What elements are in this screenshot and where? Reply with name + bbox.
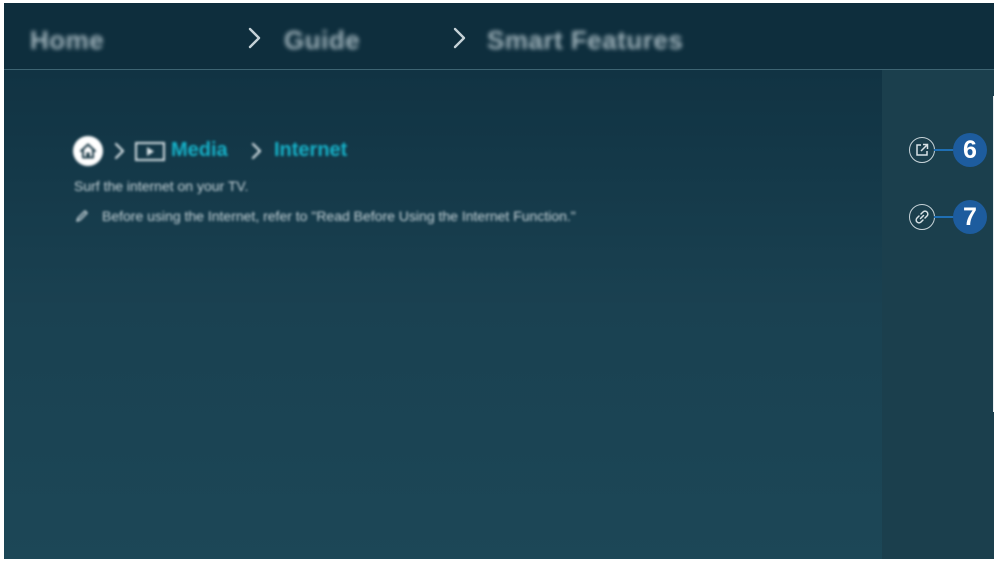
path-internet-link[interactable]: Internet — [274, 139, 347, 162]
callout-connector — [934, 216, 954, 218]
callout-badge: 6 — [953, 133, 987, 167]
chevron-right-icon — [112, 139, 128, 163]
chevron-right-icon — [249, 139, 265, 163]
pencil-icon — [74, 208, 90, 224]
media-play-icon — [135, 142, 165, 161]
description-text: Surf the internet on your TV. — [74, 178, 249, 194]
crumb-guide[interactable]: Guide — [284, 25, 360, 56]
tv-guide-screen: Home Guide Smart Features Media Internet… — [4, 3, 994, 559]
home-icon[interactable] — [73, 136, 103, 166]
top-navigation-bar: Home Guide Smart Features — [4, 3, 994, 70]
crumb-smart-features[interactable]: Smart Features — [487, 25, 683, 56]
chevron-right-icon — [452, 25, 474, 51]
link-icon[interactable] — [909, 204, 935, 230]
callout-badge: 7 — [953, 200, 987, 234]
open-in-new-icon[interactable] — [909, 137, 935, 163]
path-media-link[interactable]: Media — [171, 139, 228, 162]
chevron-right-icon — [247, 25, 269, 51]
crumb-home[interactable]: Home — [30, 25, 104, 56]
note-text: Before using the Internet, refer to "Rea… — [102, 208, 576, 224]
callout-connector — [934, 149, 954, 151]
scrollbar[interactable] — [993, 96, 994, 412]
